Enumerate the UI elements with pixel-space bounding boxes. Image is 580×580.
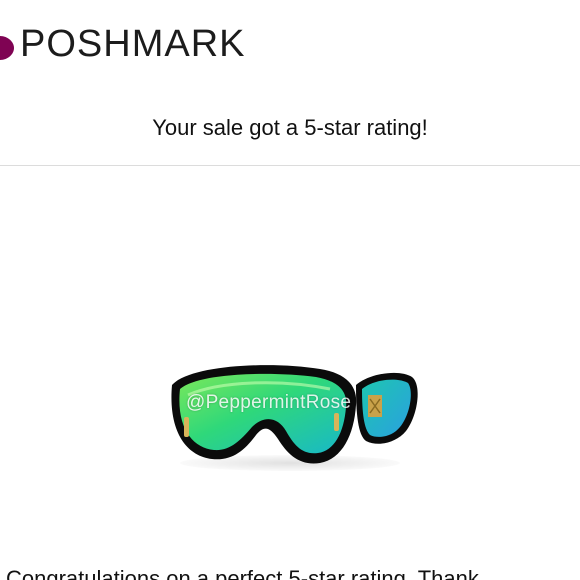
poshmark-logo-icon bbox=[0, 36, 14, 60]
brand-header[interactable]: POSHMARK bbox=[0, 14, 245, 74]
sunglasses-image bbox=[171, 365, 418, 471]
email-page: POSHMARK Your sale got a 5-star rating! bbox=[0, 0, 580, 580]
product-image[interactable] bbox=[160, 355, 430, 475]
watermark: @PeppermintRose bbox=[186, 392, 352, 413]
divider bbox=[0, 165, 580, 166]
message-text: Congratulations on a perfect 5-star rati… bbox=[6, 566, 479, 580]
page-title: Your sale got a 5-star rating! bbox=[152, 115, 428, 140]
brand-name: POSHMARK bbox=[20, 23, 246, 65]
